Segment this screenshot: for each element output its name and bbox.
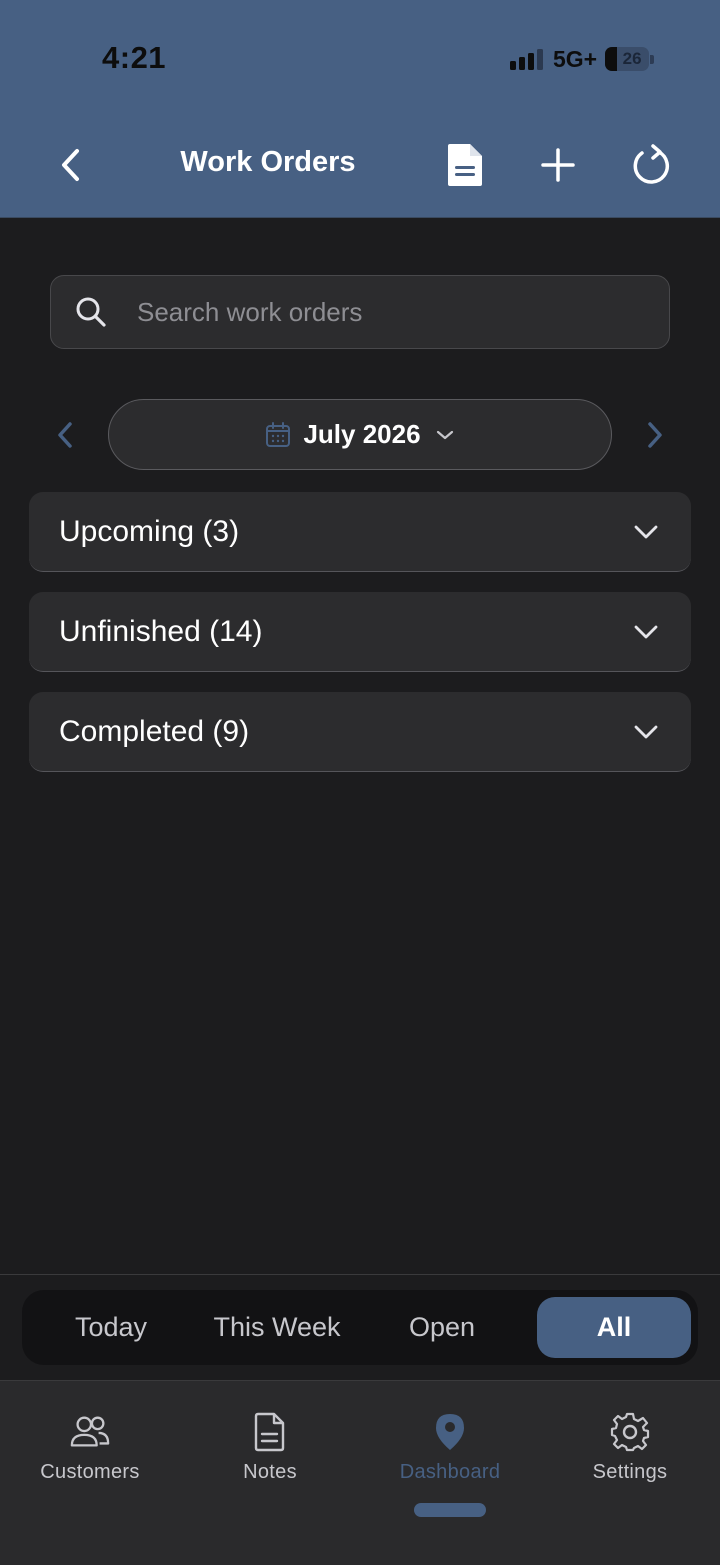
section-upcoming[interactable]: Upcoming (3): [29, 492, 691, 572]
calendar-icon: [266, 421, 291, 447]
plus-icon: [541, 148, 575, 182]
document-icon: [448, 144, 482, 186]
status-indicators: 5G+ 26: [510, 44, 655, 74]
status-time: 4:21: [102, 40, 167, 75]
section-completed[interactable]: Completed (9): [29, 692, 691, 772]
tab-dashboard[interactable]: Dashboard: [360, 1411, 540, 1491]
refresh-icon: [633, 144, 670, 184]
tab-settings[interactable]: Settings: [540, 1411, 720, 1491]
back-chevron-icon: [62, 149, 79, 181]
month-selector[interactable]: July 2026: [108, 399, 612, 470]
work-orders-screen: 4:21 5G+ 26 Work Orders Search work orde…: [0, 0, 720, 1565]
filter-area: Today This Week Open All: [0, 1274, 720, 1380]
filter-open[interactable]: Open: [362, 1297, 522, 1358]
section-title: Unfinished (14): [59, 614, 263, 648]
add-work-order-button[interactable]: [533, 140, 583, 190]
tab-notes[interactable]: Notes: [180, 1411, 360, 1491]
people-icon: [70, 1416, 110, 1447]
section-title: Completed (9): [59, 714, 250, 748]
chevron-left-icon: [58, 422, 72, 448]
search-input[interactable]: [137, 296, 617, 328]
network-label: 5G+: [553, 45, 598, 72]
home-indicator: [414, 1503, 486, 1517]
chevron-down-icon: [634, 725, 658, 738]
chevron-down-icon: [634, 525, 658, 538]
location-pin-icon: [436, 1414, 464, 1450]
gear-icon: [610, 1412, 650, 1452]
report-button[interactable]: [440, 140, 490, 190]
section-unfinished[interactable]: Unfinished (14): [29, 592, 691, 672]
previous-month-button[interactable]: [48, 416, 82, 454]
battery-icon: 26: [605, 47, 650, 71]
filter-this-week[interactable]: This Week: [194, 1297, 360, 1358]
filter-today[interactable]: Today: [30, 1297, 192, 1358]
tab-label: Dashboard: [399, 1461, 501, 1483]
tab-label: Notes: [243, 1461, 297, 1483]
page-title: Work Orders: [180, 146, 356, 178]
signal-icon: [510, 48, 543, 70]
tab-bar: Customers Notes Dashboard Settings: [0, 1380, 720, 1565]
chevron-right-icon: [648, 422, 662, 448]
filter-all[interactable]: All: [537, 1297, 691, 1358]
filter-segmented-control: Today This Week Open All: [22, 1290, 698, 1365]
tab-label: Settings: [592, 1461, 668, 1483]
next-month-button[interactable]: [638, 416, 672, 454]
header: 4:21 5G+ 26 Work Orders: [0, 0, 720, 218]
search-bar[interactable]: [50, 275, 670, 349]
battery-cap: [650, 54, 655, 64]
section-title: Upcoming (3): [59, 514, 240, 548]
back-button[interactable]: [48, 142, 92, 188]
tab-customers[interactable]: Customers: [0, 1411, 180, 1491]
refresh-button[interactable]: [626, 140, 676, 190]
month-label: July 2026: [303, 419, 421, 449]
chevron-down-icon: [436, 430, 453, 439]
battery-level: 26: [622, 49, 642, 68]
chevron-down-icon: [634, 625, 658, 638]
search-icon: [76, 297, 106, 327]
tab-label: Customers: [40, 1461, 140, 1483]
note-icon: [254, 1412, 285, 1452]
